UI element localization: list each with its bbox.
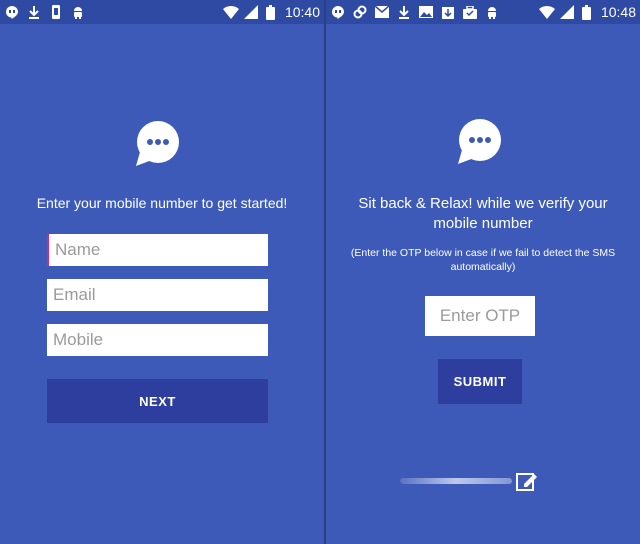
otp-instructions: (Enter the OTP below in case if we fail … — [350, 247, 616, 273]
android-icon — [484, 4, 500, 20]
download-box-icon — [440, 4, 456, 20]
mobile-entry-screen: 10:40 Enter your mobile number to get st… — [0, 0, 324, 544]
signal-icon — [559, 4, 575, 20]
android-icon — [70, 4, 86, 20]
get-started-prompt: Enter your mobile number to get started! — [36, 195, 288, 211]
battery-icon — [579, 4, 595, 20]
obscured-text — [400, 478, 512, 484]
verify-heading: Sit back & Relax! while we verify your m… — [358, 195, 608, 232]
otp-input[interactable] — [425, 296, 535, 336]
phone-notification-icon — [48, 4, 64, 20]
submit-button[interactable]: SUBMIT — [438, 359, 522, 404]
next-button[interactable]: NEXT — [47, 379, 268, 423]
email-input[interactable] — [47, 279, 268, 311]
wifi-icon — [538, 4, 555, 20]
status-bar: 10:48 — [326, 0, 640, 24]
mobile-input[interactable] — [47, 324, 268, 356]
clock: 10:40 — [284, 4, 320, 20]
image-icon — [418, 4, 434, 20]
otp-verification-screen: 10:48 Sit back & Relax! while we verify … — [326, 0, 640, 544]
chat-bubble-icon — [456, 118, 504, 166]
mail-icon — [374, 4, 390, 20]
briefcase-icon — [462, 4, 478, 20]
wifi-icon — [222, 4, 239, 20]
name-input[interactable] — [47, 234, 268, 266]
hangouts-notification-icon — [4, 4, 20, 20]
edit-icon[interactable] — [516, 470, 538, 492]
chat-bubble-icon — [134, 120, 182, 168]
download-icon — [396, 4, 412, 20]
link-icon — [352, 4, 368, 20]
battery-icon — [263, 4, 279, 20]
signal-icon — [243, 4, 259, 20]
status-bar: 10:40 — [0, 0, 324, 24]
download-icon — [26, 4, 42, 20]
clock: 10:48 — [600, 4, 636, 20]
hangouts-notification-icon — [330, 4, 346, 20]
